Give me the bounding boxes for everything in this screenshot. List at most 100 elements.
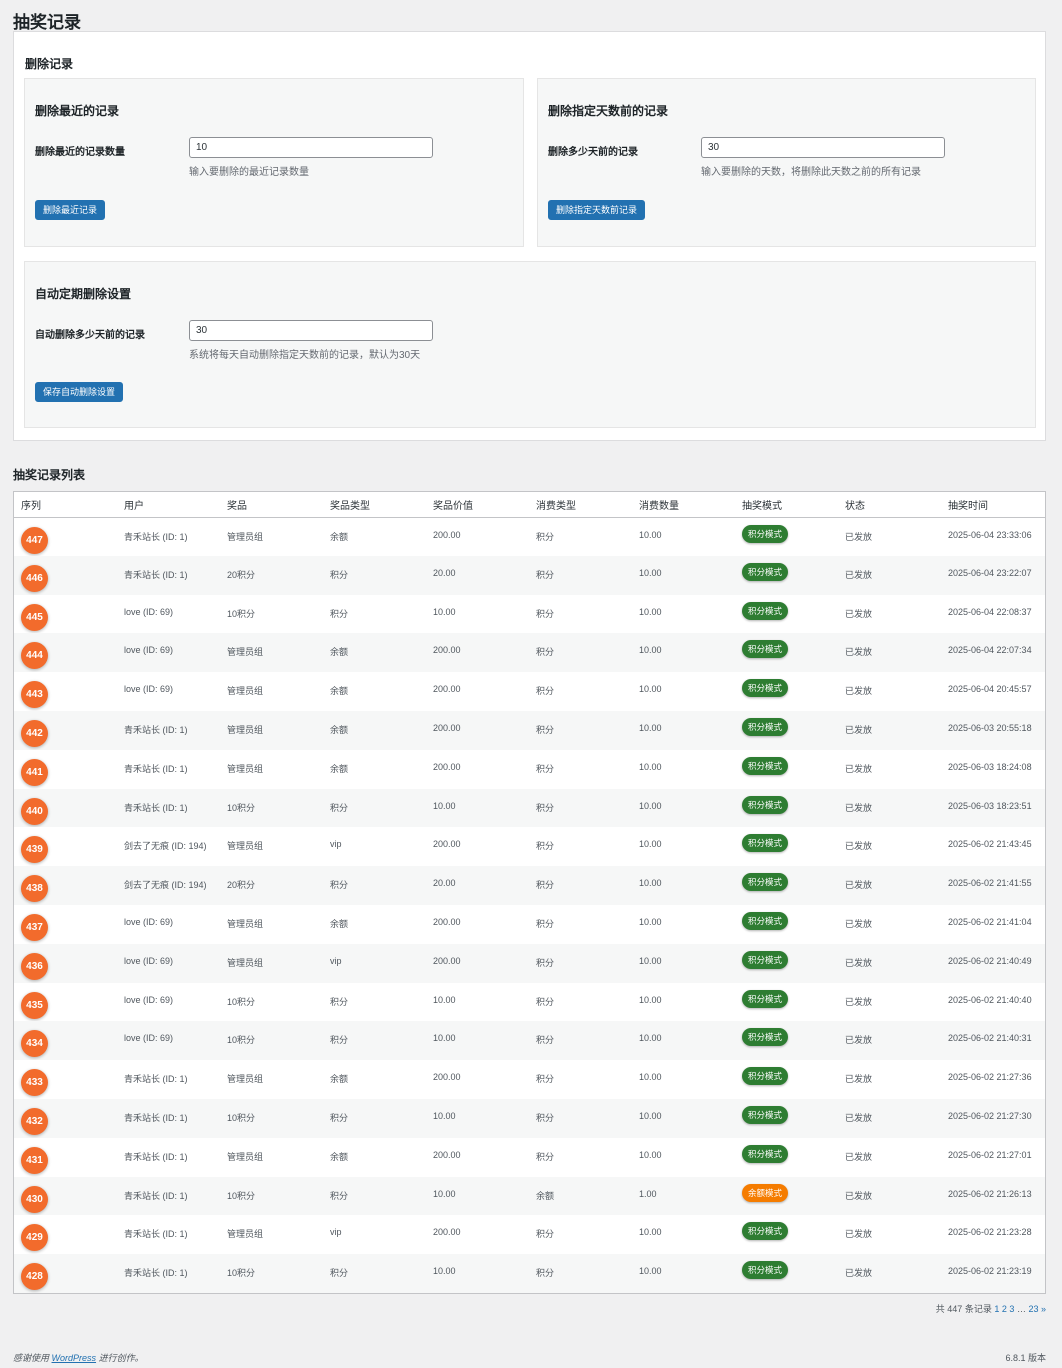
cell-cost-type: 积分 — [529, 710, 632, 750]
cell-cost-type: 积分 — [529, 1254, 632, 1293]
next-page-link[interactable]: » — [1041, 1304, 1046, 1314]
cell-cost: 10.00 — [639, 916, 662, 927]
cell-prize-type: 积分 — [323, 1098, 426, 1138]
auto-delete-days-input[interactable] — [189, 320, 433, 341]
cell-mode: 积分模式 — [735, 827, 838, 866]
cell-cost: 10.00 — [639, 1227, 662, 1238]
cell-time: 2025-06-02 21:40:49 — [941, 943, 1045, 983]
page-link-3[interactable]: 3 — [1009, 1304, 1014, 1314]
cell-time: 2025-06-02 21:41:04 — [948, 916, 1032, 927]
cell-status: 已发放 — [845, 531, 873, 542]
pagination-ellipsis: … — [1016, 1304, 1026, 1314]
column-header: 消费类型 — [529, 492, 632, 518]
record-id-badge: 434 — [21, 1030, 48, 1058]
cell-id: 431 — [14, 1138, 117, 1177]
footer-thanks-suffix: 进行创作。 — [98, 1353, 144, 1363]
table-row: 442 青禾站长 (ID: 1) 管理员组 余额 200.00 积分 10.00 积分模式 已发… — [14, 710, 1045, 750]
cell-mode: 积分模式 — [735, 943, 838, 983]
draw-mode-badge: 积分模式 — [742, 1067, 789, 1086]
page-link-last[interactable]: 23 — [1028, 1304, 1038, 1314]
record-id-badge: 431 — [21, 1146, 48, 1174]
cell-cost: 10.00 — [632, 710, 735, 750]
table-row: 430 青禾站长 (ID: 1) 10积分 积分 10.00 余额 1.00 余额模式 已发放 2… — [14, 1176, 1045, 1216]
draw-mode-badge: 积分模式 — [742, 717, 789, 736]
cell-user: 青禾站长 (ID: 1) — [117, 1176, 220, 1216]
cell-id: 430 — [14, 1176, 117, 1216]
cell-status: 已发放 — [845, 1074, 873, 1085]
delete-days-input[interactable] — [701, 137, 945, 158]
record-id-badge: 437 — [21, 913, 48, 941]
table-row: 446 青禾站长 (ID: 1) 20积分 积分 20.00 积分 10.00 积分模式 已发放… — [14, 555, 1045, 595]
save-auto-delete-button[interactable]: 保存自动删除设置 — [35, 382, 124, 402]
cell-cost-type: 积分 — [529, 788, 632, 828]
cell-time: 2025-06-02 21:23:28 — [948, 1227, 1032, 1238]
cell-user: 青禾站长 (ID: 1) — [117, 1098, 220, 1138]
draw-mode-badge: 积分模式 — [742, 1028, 789, 1047]
cell-prize-type: 积分 — [323, 788, 426, 828]
cell-user: 青禾站长 (ID: 1) — [124, 1074, 188, 1085]
wordpress-link[interactable]: WordPress — [52, 1353, 97, 1363]
cell-cost-type: 积分 — [529, 866, 632, 905]
cell-cost: 10.00 — [639, 1072, 662, 1083]
table-row: 445 love (ID: 69) 10积分 积分 10.00 积分 10.00 积分模式 已发… — [14, 595, 1045, 634]
cell-id: 442 — [14, 710, 117, 750]
column-header: 用户 — [117, 492, 220, 518]
cell-cost: 10.00 — [639, 761, 662, 772]
draw-mode-badge: 余额模式 — [742, 1183, 789, 1202]
cell-id: 432 — [14, 1098, 117, 1138]
cell-cost-type: 余额 — [529, 1176, 632, 1216]
cell-value: 10.00 — [426, 1176, 529, 1216]
cell-prize: 管理员组 — [227, 1151, 264, 1162]
page-link-2[interactable]: 2 — [1002, 1304, 1007, 1314]
table-header-row: 序列 用户 奖品 奖品类型 奖品价值 消费类型 消费数量 抽奖模式 状态 抽奖时… — [14, 492, 1045, 518]
delete-recent-button[interactable]: 删除最近记录 — [35, 200, 106, 220]
record-id-badge: 440 — [21, 797, 48, 825]
table-row: 431 青禾站长 (ID: 1) 管理员组 余额 200.00 积分 10.00 积分模式 已发… — [14, 1138, 1045, 1177]
column-header: 消费数量 — [632, 492, 735, 518]
cell-id: 441 — [14, 750, 117, 789]
cell-time: 2025-06-02 21:23:19 — [941, 1254, 1045, 1293]
cell-time: 2025-06-04 22:07:34 — [941, 633, 1045, 673]
cell-cost-type: 积分 — [529, 633, 632, 673]
cell-prize-type: 余额 — [330, 918, 349, 929]
page-link-1[interactable]: 1 — [994, 1304, 999, 1314]
cell-prize-type: 余额 — [330, 763, 349, 774]
cell-prize: 10积分 — [220, 1021, 323, 1061]
cell-time: 2025-06-04 20:45:57 — [948, 684, 1032, 695]
cell-value: 20.00 — [426, 866, 529, 905]
cell-cost: 10.00 — [639, 606, 662, 617]
records-table-wrapper: 序列 用户 奖品 奖品类型 奖品价值 消费类型 消费数量 抽奖模式 状态 抽奖时… — [13, 491, 1046, 1294]
cell-cost: 10.00 — [639, 529, 662, 540]
delete-days-box: 删除指定天数前的记录 删除多少天前的记录 输入要删除的天数，将删除此天数之前的所… — [537, 78, 1036, 247]
cell-status: 已发放 — [838, 1176, 941, 1216]
total-records: 共 447 条记录 — [935, 1304, 992, 1314]
record-id-badge: 428 — [21, 1263, 48, 1291]
cell-mode: 积分模式 — [735, 595, 838, 634]
auto-delete-title: 自动定期删除设置 — [35, 287, 132, 301]
delete-recent-count-input[interactable] — [189, 137, 433, 158]
column-header: 奖品类型 — [323, 492, 426, 518]
cell-prize-type: vip — [330, 1227, 342, 1238]
cell-id: 435 — [14, 983, 117, 1022]
draw-mode-badge: 积分模式 — [742, 756, 789, 775]
cell-status: 已发放 — [845, 841, 873, 852]
cell-id: 433 — [14, 1060, 117, 1099]
cell-mode: 积分模式 — [735, 905, 838, 944]
cell-mode: 积分模式 — [735, 1021, 838, 1061]
column-header: 状态 — [838, 492, 941, 518]
cell-prize-type: vip — [323, 943, 426, 983]
delete-recent-count-label: 删除最近的记录数量 — [35, 147, 125, 158]
cell-cost: 10.00 — [632, 633, 735, 673]
footer-thanks-prefix: 感谢使用 — [13, 1353, 50, 1363]
table-row: 434 love (ID: 69) 10积分 积分 10.00 积分 10.00 积分模式 已发… — [14, 1021, 1045, 1061]
cell-user: 青禾站长 (ID: 1) — [117, 788, 220, 828]
cell-id: 446 — [14, 555, 117, 595]
cell-prize: 10积分 — [220, 1176, 323, 1216]
cell-user: 剑去了无痕 (ID: 194) — [117, 866, 220, 905]
cell-cost-type: 积分 — [536, 841, 555, 852]
cell-cost: 1.00 — [632, 1176, 735, 1216]
footer-version: 6.8.1 版本 — [1005, 1353, 1046, 1363]
delete-days-button[interactable]: 删除指定天数前记录 — [548, 200, 646, 220]
cell-prize: 10积分 — [220, 1098, 323, 1138]
cell-time: 2025-06-02 21:43:45 — [948, 839, 1032, 850]
